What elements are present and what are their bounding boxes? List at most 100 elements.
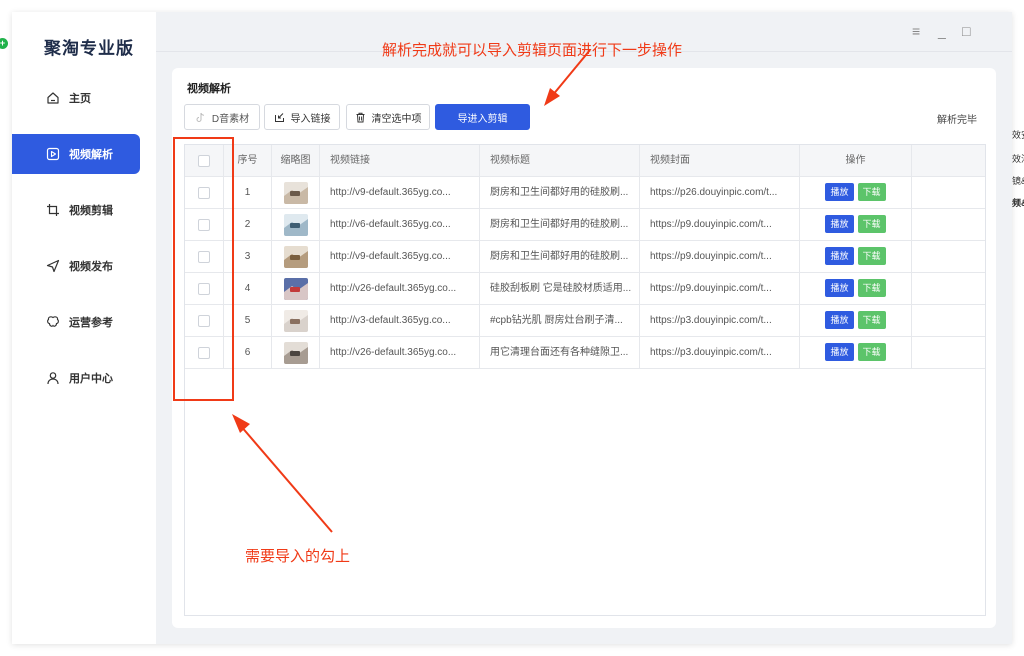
sidebar-item-user[interactable]: 用户中心 bbox=[12, 358, 140, 398]
empty-cell bbox=[912, 273, 985, 305]
play-button[interactable]: 播放 bbox=[825, 343, 854, 362]
table-row[interactable]: 6 http://v26-default.365yg.co... 用它清理台面还有各… bbox=[185, 337, 985, 369]
download-button[interactable]: 下载 bbox=[857, 343, 886, 362]
actions-cell: 播放 下载 bbox=[800, 273, 912, 305]
sidebar-item-ops[interactable]: 运营参考 bbox=[12, 302, 140, 342]
video-title: 厨房和卫生间都好用的硅胶刷... bbox=[480, 177, 640, 209]
clear-selected-button[interactable]: 清空选中项 bbox=[346, 104, 430, 130]
send-icon bbox=[46, 259, 60, 273]
video-title: 厨房和卫生间都好用的硅胶刷... bbox=[480, 241, 640, 273]
video-cover-url: https://p3.douyinpic.com/t... bbox=[640, 337, 800, 369]
background-window-right: 效安 效汪 镜& 频& bbox=[1012, 0, 1024, 656]
actions-cell: 播放 下载 bbox=[800, 305, 912, 337]
thumbnail-cell bbox=[272, 177, 320, 209]
annotation-highlight-box bbox=[173, 137, 234, 401]
thumbnail-image bbox=[284, 310, 308, 332]
add-circle-icon: + bbox=[0, 38, 8, 49]
actions-cell: 播放 下载 bbox=[800, 177, 912, 209]
thumbnail-cell bbox=[272, 241, 320, 273]
brain-icon bbox=[47, 316, 59, 327]
sidebar-item-edit[interactable]: 视频剪辑 bbox=[12, 190, 140, 230]
app-window: 聚淘专业版 主页 视频解析 视频剪辑 视频发布 运营参考 用户中心 ≡ _ □ bbox=[12, 12, 1012, 644]
video-link[interactable]: http://v9-default.365yg.co... bbox=[320, 241, 480, 273]
video-link[interactable]: http://v3-default.365yg.co... bbox=[320, 305, 480, 337]
video-cover-url: https://p9.douyinpic.com/t... bbox=[640, 273, 800, 305]
video-cover-url: https://p3.douyinpic.com/t... bbox=[640, 305, 800, 337]
video-link[interactable]: http://v26-default.365yg.co... bbox=[320, 337, 480, 369]
play-button[interactable]: 播放 bbox=[825, 311, 854, 330]
empty-cell bbox=[912, 209, 985, 241]
table-row[interactable]: 2 http://v6-default.365yg.co... 厨房和卫生间都好用的… bbox=[185, 209, 985, 241]
import-to-editor-button[interactable]: 导进入剪辑 bbox=[435, 104, 530, 130]
download-button[interactable]: 下载 bbox=[857, 247, 886, 266]
annotation-import-hint: 解析完成就可以导入剪辑页面进行下一步操作 bbox=[382, 42, 683, 59]
trash-icon bbox=[356, 112, 364, 122]
download-button[interactable]: 下载 bbox=[857, 183, 886, 202]
column-header: 视频封面 bbox=[640, 145, 800, 177]
menu-icon[interactable]: ≡ bbox=[912, 24, 920, 38]
thumbnail-image bbox=[284, 278, 308, 300]
play-button[interactable]: 播放 bbox=[825, 247, 854, 266]
sidebar-item-label: 视频发布 bbox=[69, 261, 113, 273]
sidebar-item-label: 主页 bbox=[69, 93, 91, 105]
download-button[interactable]: 下载 bbox=[857, 279, 886, 298]
actions-cell: 播放 下载 bbox=[800, 337, 912, 369]
table-row[interactable]: 3 http://v9-default.365yg.co... 厨房和卫生间都好用的… bbox=[185, 241, 985, 273]
annotation-check-hint: 需要导入的勾上 bbox=[245, 548, 351, 565]
button-label: 清空选中项 bbox=[371, 113, 422, 125]
actions-cell: 播放 下载 bbox=[800, 241, 912, 273]
empty-cell bbox=[912, 241, 985, 273]
sidebar-item-parse[interactable]: 视频解析 bbox=[12, 134, 140, 174]
thumbnail-image bbox=[284, 246, 308, 268]
tiktok-icon bbox=[196, 112, 204, 122]
sidebar-item-publish[interactable]: 视频发布 bbox=[12, 246, 140, 286]
play-button[interactable]: 播放 bbox=[825, 279, 854, 298]
thumbnail-image bbox=[284, 182, 308, 204]
video-link[interactable]: http://v26-default.365yg.co... bbox=[320, 273, 480, 305]
video-cover-url: https://p26.douyinpic.com/t... bbox=[640, 177, 800, 209]
video-link[interactable]: http://v6-default.365yg.co... bbox=[320, 209, 480, 241]
table-row[interactable]: 1 http://v9-default.365yg.co... 厨房和卫生间都好用的… bbox=[185, 177, 985, 209]
play-button[interactable]: 播放 bbox=[825, 183, 854, 202]
background-text: 效汪 bbox=[1012, 154, 1024, 164]
sidebar-item-label: 用户中心 bbox=[69, 373, 113, 385]
sidebar-item-label: 视频剪辑 bbox=[69, 205, 113, 217]
brand-title: 聚淘专业版 bbox=[44, 39, 134, 58]
button-label: 导进入剪辑 bbox=[457, 113, 508, 125]
import-link-button[interactable]: 导入链接 bbox=[264, 104, 340, 130]
video-title: 用它清理台面还有各种缝隙卫... bbox=[480, 337, 640, 369]
sidebar-item-label: 视频解析 bbox=[69, 149, 113, 161]
background-text: 效安 bbox=[1012, 130, 1024, 140]
video-cover-url: https://p9.douyinpic.com/t... bbox=[640, 241, 800, 273]
download-button[interactable]: 下载 bbox=[857, 311, 886, 330]
video-link[interactable]: http://v9-default.365yg.co... bbox=[320, 177, 480, 209]
button-label: D音素材 bbox=[211, 113, 250, 125]
parse-status: 解析完毕 bbox=[937, 115, 977, 126]
sidebar-item-label: 运营参考 bbox=[69, 317, 113, 329]
column-header: 操作 bbox=[800, 145, 912, 177]
play-square-icon bbox=[46, 147, 60, 161]
douyin-material-button[interactable]: D音素材 bbox=[184, 104, 260, 130]
minimize-icon[interactable]: _ bbox=[938, 24, 946, 38]
column-header: 缩略图 bbox=[272, 145, 320, 177]
button-label: 导入链接 bbox=[290, 113, 331, 125]
thumbnail-cell bbox=[272, 305, 320, 337]
play-button[interactable]: 播放 bbox=[825, 215, 854, 234]
background-window-left: + bbox=[0, 0, 12, 656]
background-text: 频& bbox=[1012, 198, 1024, 208]
empty-cell bbox=[912, 337, 985, 369]
actions-cell: 播放 下载 bbox=[800, 209, 912, 241]
table-header-row: 序号 缩略图 视频链接 视频标题 视频封面 操作 bbox=[185, 145, 985, 177]
panel-title: 视频解析 bbox=[187, 83, 231, 95]
home-icon bbox=[47, 92, 59, 104]
thumbnail-cell bbox=[272, 209, 320, 241]
column-header: 视频标题 bbox=[480, 145, 640, 177]
sidebar-item-home[interactable]: 主页 bbox=[12, 78, 140, 118]
video-title: 厨房和卫生间都好用的硅胶刷... bbox=[480, 209, 640, 241]
table-row[interactable]: 4 http://v26-default.365yg.co... 硅胶刮板刷 它是硅… bbox=[185, 273, 985, 305]
download-button[interactable]: 下载 bbox=[857, 215, 886, 234]
maximize-icon[interactable]: □ bbox=[962, 24, 970, 38]
video-parse-panel: 视频解析 D音素材 导入链接 清空选中项 导进入剪辑 解析完毕 序号 缩略图 视… bbox=[172, 68, 996, 628]
table-row[interactable]: 5 http://v3-default.365yg.co... #cpb钻光肌 厨房… bbox=[185, 305, 985, 337]
crop-icon bbox=[47, 204, 59, 216]
